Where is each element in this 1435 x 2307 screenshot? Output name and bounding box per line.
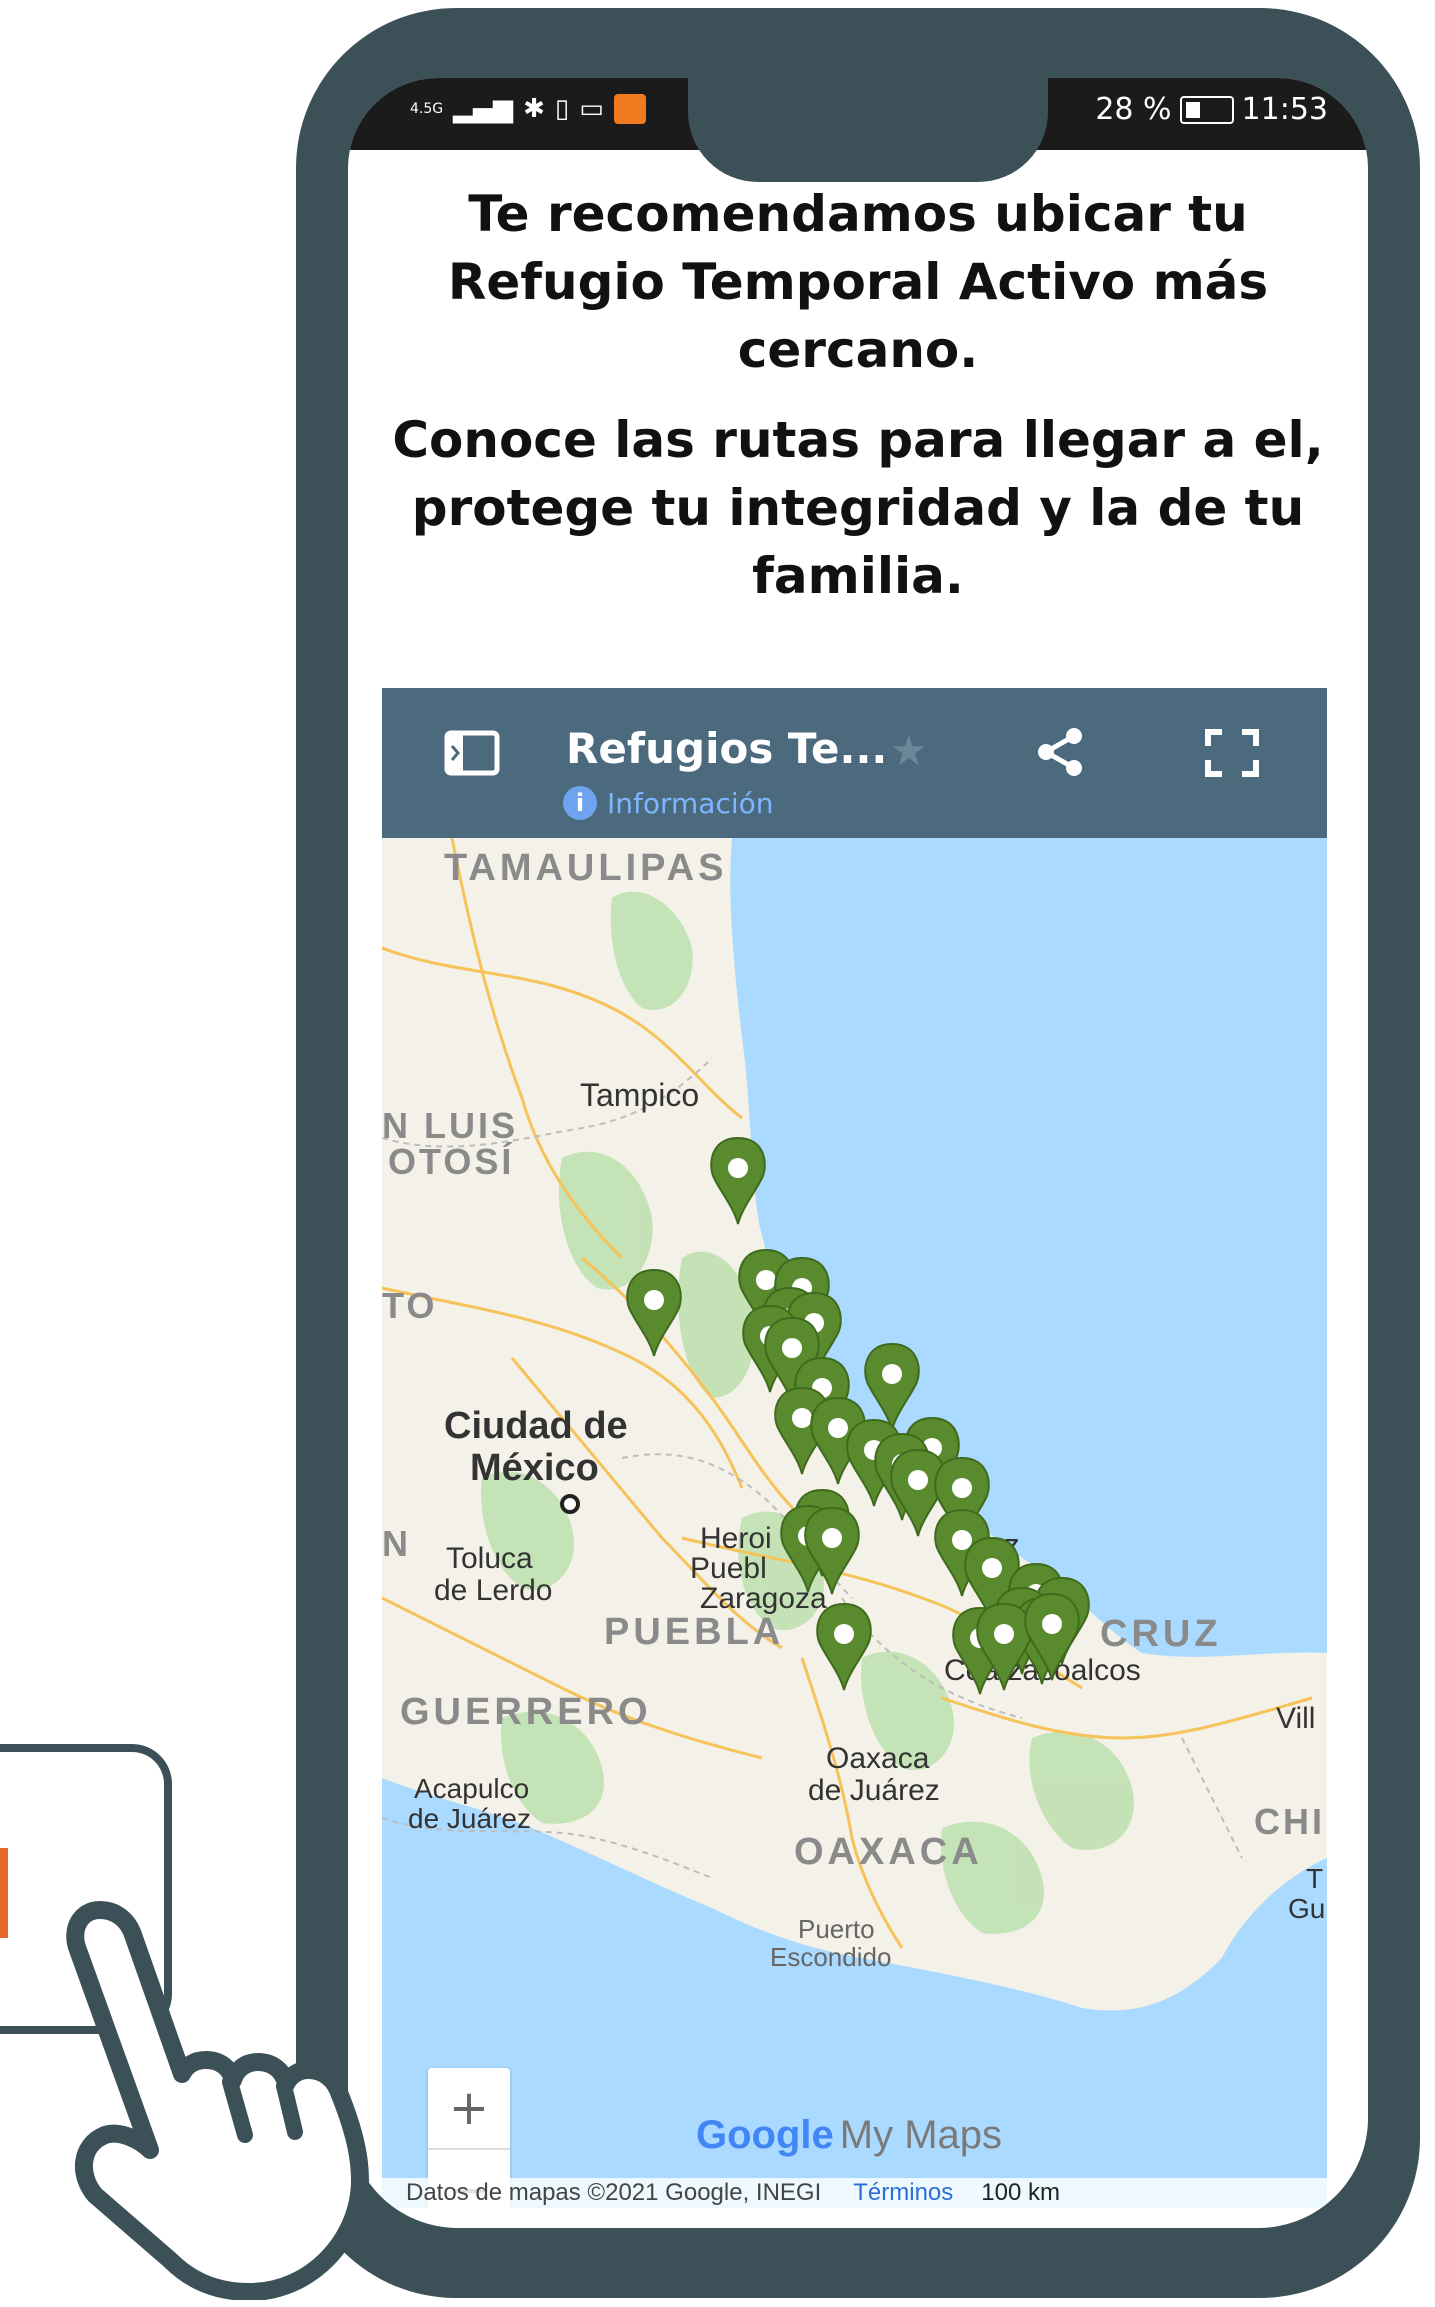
label-guerrero: GUERRERO: [400, 1691, 652, 1733]
embedded-map[interactable]: Refugios Te... i Información ★ TAMAULIPA…: [382, 688, 1327, 2208]
label-cdmx-2: México: [470, 1447, 599, 1489]
star-icon[interactable]: ★: [890, 726, 928, 775]
label-gu-1: T: [1306, 1863, 1323, 1894]
map-canvas[interactable]: TAMAULIPAS Tampico N LUIS OTOSÍ TO Ciuda…: [382, 838, 1327, 2178]
network-type: 4.5G: [410, 101, 444, 117]
label-oaxaca-city-1: Oaxaca: [826, 1742, 930, 1775]
label-puebla-city: Puebl: [690, 1552, 767, 1585]
scale-bar: 100 km: [981, 2179, 1060, 2206]
google-logo: Google: [696, 2113, 834, 2157]
share-icon[interactable]: [1034, 726, 1086, 778]
notification-app-icon: [613, 94, 646, 124]
headline-routes: Conoce las rutas para llegar a el, prote…: [392, 411, 1324, 605]
fullscreen-icon[interactable]: [1204, 728, 1260, 778]
label-oaxaca: OAXACA: [794, 1831, 983, 1873]
battery-percent: 28 %: [1095, 92, 1172, 127]
label-chiapas: CHI: [1254, 1801, 1325, 1842]
label-san-luis-1: N LUIS: [382, 1105, 518, 1146]
hand-pointer-icon: [66, 1901, 369, 2300]
terms-link[interactable]: Términos: [853, 2179, 953, 2207]
label-toluca-2: de Lerdo: [434, 1574, 552, 1607]
label-veracruz: CRUZ: [1100, 1613, 1222, 1655]
clock: 11:53: [1241, 92, 1328, 127]
label-acapulco-2: de Juárez: [408, 1803, 531, 1834]
label-cdmx-1: Ciudad de: [444, 1405, 628, 1447]
info-label: Información: [607, 786, 774, 820]
map-header: Refugios Te... i Información ★: [382, 688, 1327, 838]
map-info-link[interactable]: i Información: [563, 786, 774, 820]
panel-toggle-icon[interactable]: [444, 730, 500, 776]
info-icon: i: [563, 786, 597, 820]
label-tamaulipas: TAMAULIPAS: [444, 847, 727, 889]
attribution-text: Datos de mapas ©2021 Google, INEGI: [406, 2179, 822, 2206]
label-toluca-1: Toluca: [446, 1542, 533, 1575]
label-san-luis-2: OTOSÍ: [388, 1141, 514, 1182]
cta-button-accent: [0, 1848, 8, 1938]
label-oaxaca-city-2: de Juárez: [808, 1774, 940, 1807]
label-puerto-2: Escondido: [770, 1942, 891, 1972]
cast-icon: ▭: [579, 94, 604, 124]
zoom-in-button[interactable]: +: [428, 2068, 510, 2150]
vibrate-icon: ▯: [554, 94, 570, 124]
camera-notch: [688, 78, 1048, 182]
map-attribution: Datos de mapas ©2021 Google, INEGI Térmi…: [382, 2178, 1327, 2208]
bluetooth-icon: ✱: [523, 94, 545, 124]
label-puebla: PUEBLA: [604, 1611, 784, 1653]
label-acapulco-1: Acapulco: [414, 1773, 529, 1804]
google-mymaps-logo: Google My Maps: [696, 2113, 1002, 2158]
phone-screen: 4.5G ▂▄▆ ✱ ▯ ▭ 28 % 11:53 Te recomendamo…: [348, 78, 1368, 2228]
label-tampico: Tampico: [580, 1077, 699, 1113]
label-puerto-1: Puerto: [798, 1914, 875, 1944]
label-n-left: N: [382, 1523, 408, 1564]
signal-icon: ▂▄▆: [453, 94, 514, 124]
map-title[interactable]: Refugios Te...: [566, 724, 887, 773]
label-gu-2: Gu: [1288, 1893, 1325, 1924]
status-icons-left: 4.5G ▂▄▆ ✱ ▯ ▭: [410, 94, 646, 124]
status-icons-right: 28 % 11:53: [1095, 92, 1328, 127]
label-villa: Vill: [1276, 1702, 1315, 1735]
battery-icon: [1179, 95, 1234, 124]
label-ato: TO: [382, 1285, 437, 1326]
label-heroica: Heroi: [700, 1522, 772, 1555]
cdmx-dot: [560, 1494, 580, 1514]
mymaps-logo: My Maps: [839, 2113, 1003, 2157]
headline-recommendation: Te recomendamos ubicar tu Refugio Tempor…: [447, 185, 1269, 379]
